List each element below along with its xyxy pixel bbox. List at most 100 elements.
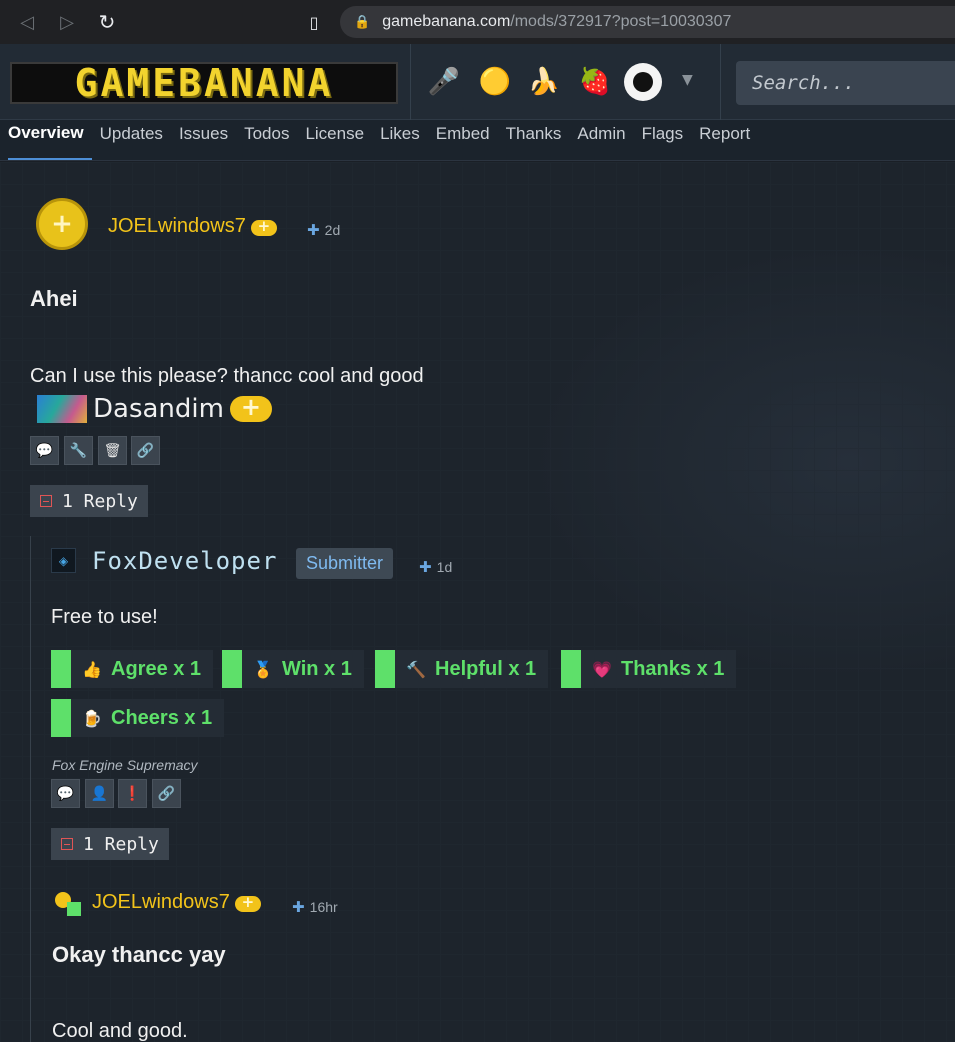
avatar[interactable] (55, 892, 81, 918)
post-thread: + JOELwindows7 ✚ 2d Ahei Can I use this … (0, 162, 955, 1042)
avatar[interactable]: ◈ (51, 548, 76, 573)
flag-icon[interactable]: ❗ (118, 779, 147, 808)
tab-report[interactable]: Report (691, 119, 758, 160)
reply2-author[interactable]: JOELwindows7 (92, 891, 261, 914)
rating-bar (51, 650, 71, 688)
tab-issues[interactable]: Issues (171, 119, 236, 160)
rating-label: Cheers x 1 (111, 706, 213, 729)
wrench-icon[interactable]: 🔧 (64, 436, 93, 465)
rating-bar (222, 650, 242, 688)
rating-win[interactable]: 🏅 Win x 1 (222, 650, 364, 688)
rating-cheers[interactable]: 🍺 Cheers x 1 (51, 699, 225, 737)
post-time: 2d (324, 222, 341, 238)
reply-count: 1 Reply (62, 490, 138, 512)
lock-icon: 🔒 (354, 14, 371, 29)
reply-body: Free to use! (51, 606, 158, 628)
reply2-body: Cool and good. (52, 1020, 188, 1042)
banana-icon[interactable]: 🍌 (525, 63, 563, 101)
stamp-icon[interactable]: 👤 (85, 779, 114, 808)
rating-bar (561, 650, 581, 688)
thread-line (30, 536, 31, 1042)
tab-admin[interactable]: Admin (569, 119, 633, 160)
plus-icon[interactable]: ✚ (292, 898, 305, 916)
site-header: GAMEBANANA 🎤 🟡 🍌 🍓 ▼ Search... (0, 44, 955, 120)
back-icon[interactable]: ◁ (14, 9, 40, 35)
collapse-icon (61, 838, 73, 850)
address-bar[interactable]: 🔒 gamebanana.com/mods/372917?post=100303… (340, 6, 955, 38)
post-meta: ✚ 2d (307, 220, 340, 239)
tab-todos[interactable]: Todos (236, 119, 297, 160)
reply-author-name[interactable]: FoxDeveloper (92, 547, 277, 575)
comment-icon[interactable]: 💬 (30, 436, 59, 465)
steam-icon[interactable] (624, 63, 662, 101)
url-path: /mods/372917?post=10030307 (510, 13, 732, 30)
header-divider (410, 44, 411, 120)
tab-flags[interactable]: Flags (634, 119, 692, 160)
logo-text: GAMEBANANA (74, 61, 334, 105)
strawberry-icon[interactable]: 🍓 (576, 63, 614, 101)
signature-logo-icon (37, 395, 87, 423)
hammer-icon: 🔨 (406, 659, 426, 679)
plus-icon[interactable]: ✚ (307, 221, 320, 239)
plus-icon[interactable]: ✚ (419, 558, 432, 576)
reply2-author-name: JOELwindows7 (92, 891, 230, 913)
comment-icon[interactable]: 💬 (51, 779, 80, 808)
rating-thanks[interactable]: 💗 Thanks x 1 (561, 650, 737, 688)
avatar[interactable]: + (36, 198, 88, 250)
reply-signature: Fox Engine Supremacy (52, 757, 198, 773)
search-input[interactable]: Search... (736, 61, 955, 105)
post-body: Can I use this please? thancc cool and g… (30, 365, 424, 387)
forward-icon[interactable]: ▷ (54, 9, 80, 35)
toggle-replies-button[interactable]: 1 Reply (51, 828, 169, 860)
tab-updates[interactable]: Updates (92, 119, 171, 160)
tab-likes[interactable]: Likes (372, 119, 428, 160)
rating-helpful[interactable]: 🔨 Helpful x 1 (375, 650, 549, 688)
member-badge-icon (234, 893, 261, 912)
post-author-name: JOELwindows7 (108, 215, 246, 237)
rating-bar (51, 699, 71, 737)
chevron-down-icon[interactable]: ▼ (682, 72, 693, 88)
rating-label: Helpful x 1 (435, 657, 537, 680)
site-logo[interactable]: GAMEBANANA (10, 61, 398, 105)
header-divider (720, 44, 721, 120)
tab-license[interactable]: License (297, 119, 372, 160)
reply-count: 1 Reply (83, 833, 159, 855)
among-us-game-icon[interactable]: 🟡 (476, 63, 514, 101)
trash-icon[interactable]: 🗑 (98, 436, 127, 465)
reload-icon[interactable]: ↻ (94, 9, 120, 35)
search-placeholder: Search... (752, 72, 855, 94)
toggle-replies-button[interactable]: 1 Reply (30, 485, 148, 517)
browser-toolbar: ◁ ▷ ↻ ▯ 🔒 gamebanana.com/mods/372917?pos… (0, 0, 955, 44)
post-title: Ahei (30, 286, 78, 311)
tab-embed[interactable]: Embed (428, 119, 498, 160)
profile-tabs: Overview Updates Issues Todos License Li… (0, 120, 955, 161)
link-icon[interactable]: 🔗 (152, 779, 181, 808)
rating-label: Thanks x 1 (621, 657, 725, 680)
reply2-title: Okay thancc yay (52, 942, 226, 967)
reply-time: 1d (436, 559, 453, 575)
beer-icon: 🍺 (82, 708, 102, 728)
fnf-game-icon[interactable]: 🎤 (425, 63, 463, 101)
avatar-square-shape (67, 902, 81, 916)
link-icon[interactable]: 🔗 (131, 436, 160, 465)
member-badge-icon (250, 217, 277, 236)
rating-label: Win x 1 (282, 657, 352, 680)
collapse-icon (40, 495, 52, 507)
reply2-meta: ✚ 16hr (292, 897, 338, 916)
tab-overview[interactable]: Overview (8, 119, 92, 160)
reply-meta: ✚ 1d (419, 557, 452, 576)
reply2-time: 16hr (309, 899, 338, 915)
signature-badge-icon (229, 393, 272, 422)
medal-icon: 🏅 (253, 659, 273, 679)
thumbs-up-icon: 👍 (82, 659, 102, 679)
submitter-badge: Submitter (296, 548, 394, 579)
rating-bar (375, 650, 395, 688)
post-author[interactable]: JOELwindows7 (108, 215, 277, 238)
rating-label: Agree x 1 (111, 657, 202, 680)
signature: Dasandim (37, 393, 272, 424)
rating-agree[interactable]: 👍 Agree x 1 (51, 650, 214, 688)
signature-name: Dasandim (93, 394, 224, 424)
heart-icon: 💗 (592, 659, 612, 679)
bookmark-icon[interactable]: ▯ (301, 9, 327, 35)
tab-thanks[interactable]: Thanks (498, 119, 570, 160)
